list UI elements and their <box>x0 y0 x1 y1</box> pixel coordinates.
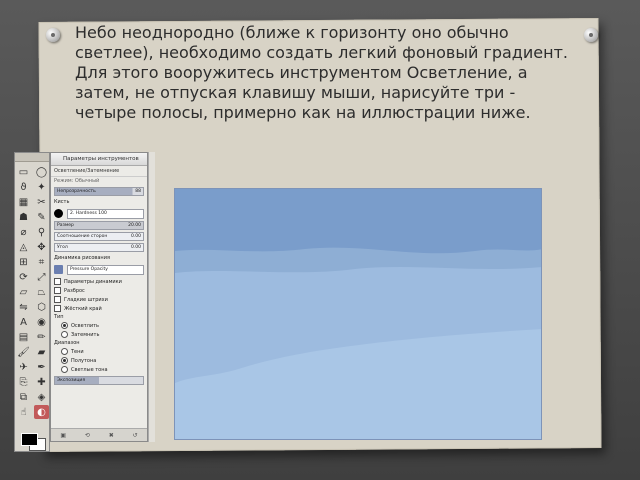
opacity-slider[interactable]: Непрозрачность 88 <box>54 187 144 196</box>
shear-icon[interactable]: ▱ <box>16 285 31 299</box>
zoom-icon[interactable]: ⚲ <box>34 225 49 239</box>
color-swatches[interactable] <box>21 433 46 451</box>
dynamics-row[interactable]: Pressure Opacity <box>54 264 144 275</box>
rotate-icon[interactable]: ⟳ <box>16 270 31 284</box>
highlights-radio[interactable]: Светлые тона <box>51 365 147 374</box>
rect-select-icon[interactable]: ▭ <box>16 165 31 179</box>
move-icon[interactable]: ✥ <box>34 240 49 254</box>
bucket-fill-icon[interactable]: ◉ <box>34 315 49 329</box>
dodge-radio[interactable]: Осветлить <box>51 321 147 330</box>
dodge-burn-icon[interactable]: ◐ <box>34 405 49 419</box>
dynamics-label: Динамика рисования <box>54 255 110 261</box>
heal-icon[interactable]: ✚ <box>34 375 49 389</box>
dynamics-options-toggle[interactable]: Параметры динамики <box>51 277 147 286</box>
airbrush-icon[interactable]: ✈ <box>16 360 31 374</box>
slide-text: Небо неоднородно (ближе к горизонту оно … <box>75 23 568 122</box>
cage-icon[interactable]: ⬡ <box>34 300 49 314</box>
panel-title: Параметры инструментов <box>51 153 147 166</box>
blend-icon[interactable]: ▤ <box>16 330 31 344</box>
brush-row[interactable]: 2. Hardness 100 <box>54 208 144 219</box>
dock-strip <box>148 152 155 442</box>
paintbrush-icon[interactable]: 🖌 <box>16 345 31 359</box>
brush-name-field[interactable]: 2. Hardness 100 <box>67 208 144 219</box>
image-canvas[interactable] <box>174 188 542 440</box>
free-select-icon[interactable]: ϑ <box>16 180 31 194</box>
perspective-clone-icon[interactable]: ⧉ <box>16 390 31 404</box>
gimp-toolbox: ▭ ◯ ϑ ✦ ▦ ✂ ☗ ✎ ⌀ ⚲ ◬ ✥ ⊞ ⌗ ⟳ ⤢ ▱ ⏢ ⇋ ⬡ … <box>14 152 50 452</box>
shadows-radio[interactable]: Тени <box>51 347 147 356</box>
dynamics-name-field[interactable]: Pressure Opacity <box>67 264 144 275</box>
size-slider[interactable]: Размер 20.00 <box>54 221 144 230</box>
blur-icon[interactable]: ◈ <box>34 390 49 404</box>
mode-label: Режим: Обычный <box>54 178 100 184</box>
brush-preview-icon[interactable] <box>54 209 63 218</box>
opacity-label: Непрозрачность <box>57 189 96 194</box>
restore-options-icon[interactable]: ⟲ <box>85 432 90 439</box>
exposure-slider[interactable]: Экспозиция <box>54 376 144 385</box>
toolbox-grip[interactable] <box>15 153 49 162</box>
foreground-color[interactable] <box>21 433 38 446</box>
dynamics-icon[interactable] <box>54 265 63 274</box>
angle-value: 0.00 <box>130 245 141 250</box>
burn-radio[interactable]: Затемнить <box>51 330 147 339</box>
exposure-label: Экспозиция <box>57 378 86 383</box>
size-label: Размер <box>57 223 74 228</box>
flip-icon[interactable]: ⇋ <box>16 300 31 314</box>
scissors-icon[interactable]: ✂ <box>34 195 49 209</box>
text-icon[interactable]: A <box>16 315 31 329</box>
foreground-select-icon[interactable]: ☗ <box>16 210 31 224</box>
panel-bottom-bar: ▣ ⟲ ✖ ↺ <box>51 428 147 441</box>
aspect-value: 0.00 <box>130 234 141 239</box>
tool-options-panel: Параметры инструментов Осветление/Затемн… <box>50 152 148 442</box>
angle-label: Угол <box>57 245 68 250</box>
paths-icon[interactable]: ✎ <box>34 210 49 224</box>
reset-options-icon[interactable]: ↺ <box>133 432 138 439</box>
save-options-icon[interactable]: ▣ <box>60 432 66 439</box>
range-label: Диапазон <box>54 340 80 346</box>
sky-gradient-image <box>175 189 541 439</box>
pin-icon <box>46 28 60 42</box>
fuzzy-select-icon[interactable]: ✦ <box>34 180 49 194</box>
tool-name: Осветление/Затемнение <box>51 166 147 177</box>
clone-icon[interactable]: ⎘ <box>16 375 31 389</box>
align-icon[interactable]: ⊞ <box>16 255 31 269</box>
color-picker-icon[interactable]: ⌀ <box>16 225 31 239</box>
ellipse-select-icon[interactable]: ◯ <box>34 165 49 179</box>
brush-label: Кисть <box>54 199 70 205</box>
smudge-icon[interactable]: ☝ <box>16 405 31 419</box>
ink-icon[interactable]: ✒ <box>34 360 49 374</box>
pencil-icon[interactable]: ✏ <box>34 330 49 344</box>
smooth-checkbox[interactable]: Гладкие штрихи <box>51 295 147 304</box>
opacity-value: 88 <box>135 189 141 194</box>
size-value: 20.00 <box>128 223 141 228</box>
color-select-icon[interactable]: ▦ <box>16 195 31 209</box>
angle-slider[interactable]: Угол 0.00 <box>54 243 144 252</box>
delete-options-icon[interactable]: ✖ <box>109 432 114 439</box>
hard-edge-checkbox[interactable]: Жёсткий край <box>51 304 147 313</box>
perspective-icon[interactable]: ⏢ <box>34 285 49 299</box>
aspect-label: Соотношение сторон <box>57 234 108 239</box>
scale-icon[interactable]: ⤢ <box>34 270 49 284</box>
crop-icon[interactable]: ⌗ <box>34 255 49 269</box>
pin-icon <box>584 28 598 42</box>
measure-icon[interactable]: ◬ <box>16 240 31 254</box>
jitter-checkbox[interactable]: Разброс <box>51 286 147 295</box>
type-label: Тип <box>54 314 64 320</box>
eraser-icon[interactable]: ▰ <box>34 345 49 359</box>
midtones-radio[interactable]: Полутона <box>51 356 147 365</box>
aspect-slider[interactable]: Соотношение сторон 0.00 <box>54 232 144 241</box>
